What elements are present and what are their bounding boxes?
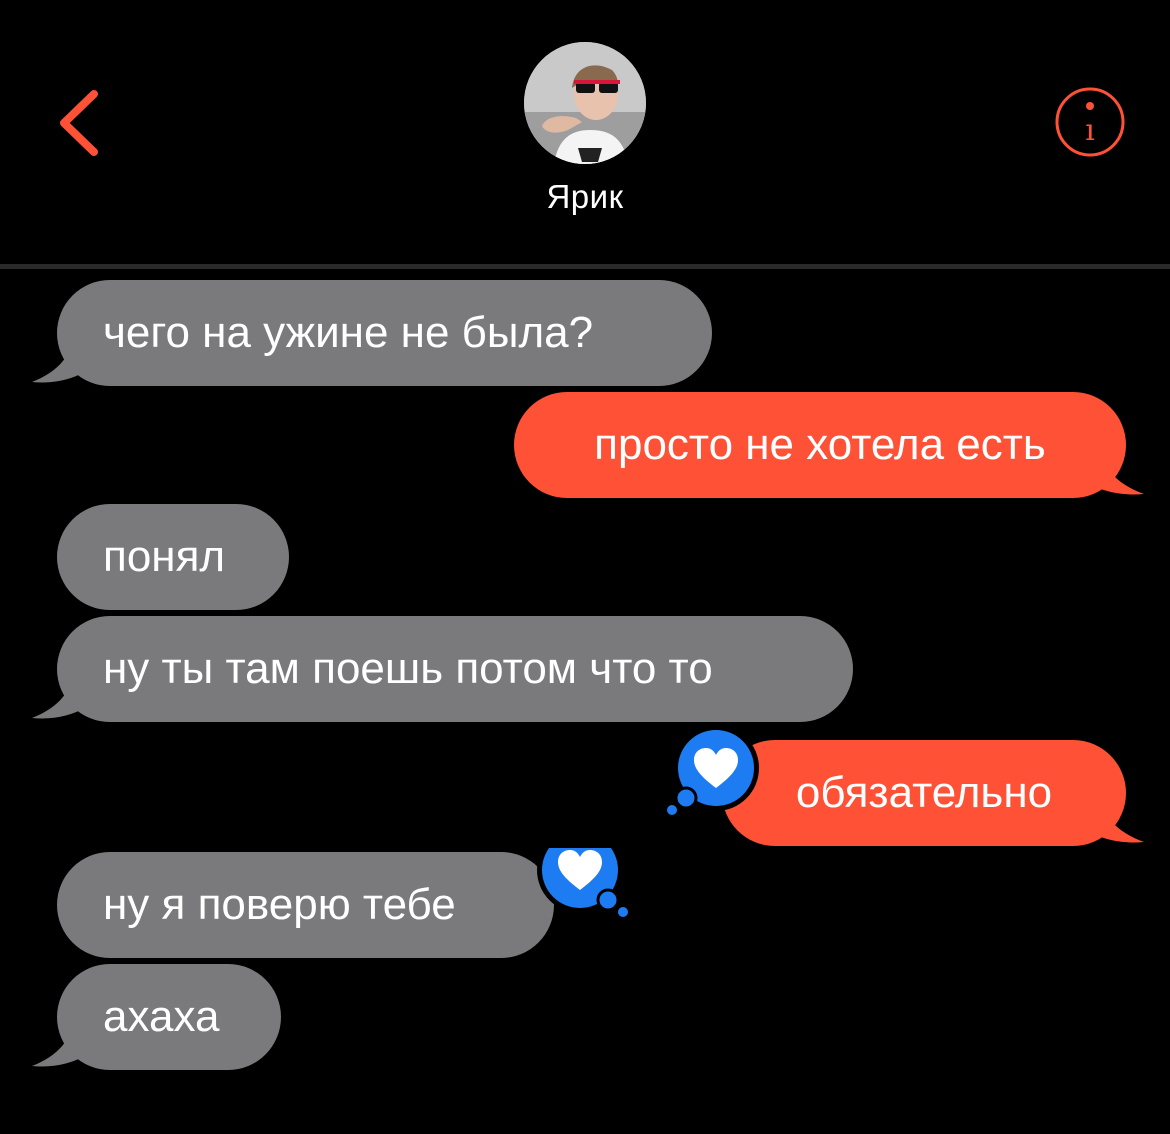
message-text: обязательно bbox=[795, 768, 1053, 817]
info-circle-icon: ı bbox=[1055, 87, 1125, 157]
header-divider bbox=[0, 264, 1170, 269]
message-bubble-incoming[interactable]: ахаха bbox=[57, 964, 281, 1070]
heart-reaction-badge[interactable] bbox=[664, 722, 764, 818]
message-text: чего на ужине не была? bbox=[103, 308, 594, 357]
message-bubble-outgoing[interactable]: просто не хотела есть bbox=[514, 392, 1126, 498]
conversation-header: Ярик ı bbox=[0, 0, 1170, 264]
info-button[interactable]: ı bbox=[1052, 84, 1128, 160]
message-text: ну ты там поешь потом что то bbox=[103, 644, 713, 693]
message-text: просто не хотела есть bbox=[594, 420, 1046, 469]
contact-name[interactable]: Ярик bbox=[435, 178, 735, 216]
message-bubble-incoming[interactable]: понял bbox=[57, 504, 289, 610]
message-text: ахаха bbox=[103, 992, 220, 1041]
message-text: понял bbox=[103, 532, 226, 581]
avatar[interactable] bbox=[524, 42, 646, 164]
avatar-photo bbox=[524, 42, 646, 164]
message-bubble-incoming[interactable]: чего на ужине не была? bbox=[57, 280, 712, 386]
message-text: ну я поверю тебе bbox=[103, 880, 456, 929]
message-bubble-incoming[interactable]: ну я поверю тебе bbox=[57, 852, 554, 958]
message-bubble-incoming[interactable]: ну ты там поешь потом что то bbox=[57, 616, 853, 722]
chevron-left-icon bbox=[60, 90, 98, 156]
heart-reaction-badge[interactable] bbox=[530, 848, 634, 920]
back-button[interactable] bbox=[48, 80, 118, 170]
svg-text:ı: ı bbox=[1085, 113, 1095, 148]
message-bubble-outgoing[interactable]: обязательно bbox=[722, 740, 1126, 846]
